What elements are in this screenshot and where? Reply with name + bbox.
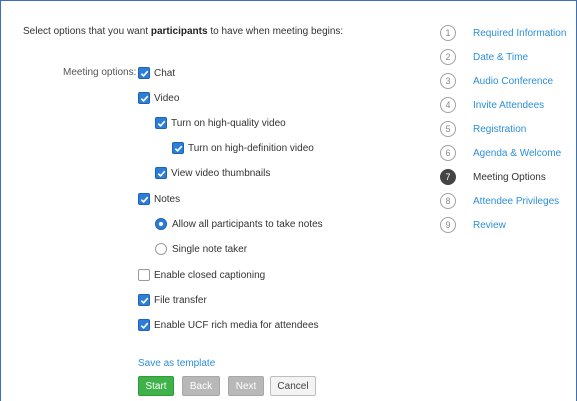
- option-high-quality-video[interactable]: Turn on high-quality video: [155, 116, 286, 130]
- checkbox-checked-icon[interactable]: [138, 67, 150, 79]
- cancel-button[interactable]: Cancel: [270, 376, 316, 396]
- step-number-icon: 7: [440, 169, 456, 185]
- option-label: View video thumbnails: [171, 167, 271, 179]
- option-label: Notes: [154, 193, 181, 205]
- option-all-take-notes[interactable]: Allow all participants to take notes: [155, 217, 323, 231]
- step-invite-attendees[interactable]: 4 Invite Attendees: [440, 97, 544, 113]
- step-registration[interactable]: 5 Registration: [440, 121, 526, 137]
- step-attendee-privileges[interactable]: 8 Attendee Privileges: [440, 193, 559, 209]
- checkbox-checked-icon[interactable]: [138, 319, 150, 331]
- option-video[interactable]: Video: [138, 91, 179, 105]
- radio-selected-icon[interactable]: [155, 218, 167, 230]
- checkbox-checked-icon[interactable]: [155, 167, 167, 179]
- meeting-options-label: Meeting options:: [63, 67, 137, 78]
- save-as-template-link[interactable]: Save as template: [138, 358, 215, 369]
- option-chat[interactable]: Chat: [138, 66, 175, 80]
- step-number-icon: 1: [440, 25, 456, 41]
- option-label: Enable closed captioning: [154, 269, 266, 281]
- option-high-definition-video[interactable]: Turn on high-definition video: [172, 141, 314, 155]
- step-label: Audio Conference: [473, 75, 554, 87]
- back-button[interactable]: Back: [182, 376, 220, 396]
- step-number-icon: 6: [440, 145, 456, 161]
- step-label: Invite Attendees: [473, 99, 545, 111]
- option-file-transfer[interactable]: File transfer: [138, 293, 207, 307]
- step-label: Registration: [473, 123, 527, 135]
- step-audio-conference[interactable]: 3 Audio Conference: [440, 73, 553, 89]
- start-button[interactable]: Start: [138, 376, 174, 396]
- step-number-icon: 3: [440, 73, 456, 89]
- checkbox-checked-icon[interactable]: [138, 193, 150, 205]
- step-number-icon: 4: [440, 97, 456, 113]
- step-review[interactable]: 9 Review: [440, 217, 506, 233]
- intro-bold: participants: [150, 26, 208, 37]
- option-label: Turn on high-quality video: [171, 117, 286, 129]
- step-agenda-welcome[interactable]: 6 Agenda & Welcome: [440, 145, 561, 161]
- step-label: Meeting Options: [473, 171, 546, 183]
- option-closed-captioning[interactable]: Enable closed captioning: [138, 268, 265, 282]
- radio-unselected-icon[interactable]: [155, 243, 167, 255]
- checkbox-checked-icon[interactable]: [138, 294, 150, 306]
- option-label: Single note taker: [172, 243, 248, 255]
- intro-text: Select options that you want participant…: [23, 26, 344, 37]
- checkbox-unchecked-icon[interactable]: [138, 269, 150, 281]
- option-label: Enable UCF rich media for attendees: [154, 319, 319, 331]
- step-date-time[interactable]: 2 Date & Time: [440, 49, 528, 65]
- checkbox-checked-icon[interactable]: [138, 92, 150, 104]
- option-label: Chat: [154, 67, 176, 79]
- step-number-icon: 5: [440, 121, 456, 137]
- step-meeting-options: 7 Meeting Options: [440, 169, 546, 185]
- option-label: File transfer: [154, 294, 207, 306]
- checkbox-checked-icon[interactable]: [172, 142, 184, 154]
- option-single-note-taker[interactable]: Single note taker: [155, 242, 247, 256]
- option-ucf-rich-media[interactable]: Enable UCF rich media for attendees: [138, 318, 319, 332]
- option-video-thumbnails[interactable]: View video thumbnails: [155, 166, 270, 180]
- step-number-icon: 2: [440, 49, 456, 65]
- step-number-icon: 8: [440, 193, 456, 209]
- option-label: Allow all participants to take notes: [172, 218, 323, 230]
- step-label: Date & Time: [473, 51, 529, 63]
- option-label: Turn on high-definition video: [188, 142, 314, 154]
- checkbox-checked-icon[interactable]: [155, 117, 167, 129]
- option-notes[interactable]: Notes: [138, 192, 180, 206]
- next-button[interactable]: Next: [228, 376, 264, 396]
- step-label: Attendee Privileges: [473, 195, 560, 207]
- step-required-information[interactable]: 1 Required Information: [440, 25, 566, 41]
- step-label: Review: [473, 219, 506, 231]
- step-label: Agenda & Welcome: [473, 147, 562, 159]
- step-number-icon: 9: [440, 217, 456, 233]
- step-label: Required Information: [473, 27, 567, 39]
- option-label: Video: [154, 92, 180, 104]
